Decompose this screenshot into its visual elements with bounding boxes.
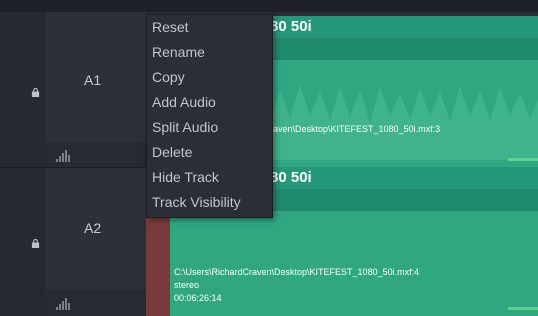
clip-channel: stereo — [174, 280, 200, 290]
audio-meter-icon[interactable] — [56, 297, 70, 310]
menu-item-split-audio[interactable]: Split Audio — [147, 115, 272, 140]
menu-item-add-audio[interactable]: Add Audio — [147, 90, 272, 115]
lock-icon[interactable] — [31, 84, 40, 97]
menu-item-reset[interactable]: Reset — [147, 15, 272, 40]
menu-item-track-visibility[interactable]: Track Visibility — [147, 190, 272, 215]
audio-meter-icon[interactable] — [56, 149, 70, 162]
track-mute-strip — [146, 217, 170, 316]
clip-duration: 00:06:26:14 — [174, 293, 222, 303]
clip-file-path: C:\Users\RichardCraven\Desktop\KITEFEST_… — [174, 267, 420, 277]
audio-timeline: A1 80 50i raven\Desktop\KITEFEST_1080_50… — [0, 0, 538, 316]
level-indicator — [508, 307, 538, 310]
menu-item-delete[interactable]: Delete — [147, 140, 272, 165]
lock-icon[interactable] — [31, 235, 40, 248]
track-name: A2 — [84, 220, 102, 236]
track-name: A1 — [84, 72, 102, 88]
level-indicator — [508, 158, 538, 161]
clip-title: 80 50i — [270, 18, 312, 35]
clip-title: 80 50i — [270, 169, 312, 186]
menu-item-hide-track[interactable]: Hide Track — [147, 165, 272, 190]
menu-item-rename[interactable]: Rename — [147, 40, 272, 65]
menu-item-copy[interactable]: Copy — [147, 65, 272, 90]
clip-file-path: raven\Desktop\KITEFEST_1080_50i.mxf:3 — [270, 124, 441, 134]
context-menu: Reset Rename Copy Add Audio Split Audio … — [146, 14, 273, 218]
